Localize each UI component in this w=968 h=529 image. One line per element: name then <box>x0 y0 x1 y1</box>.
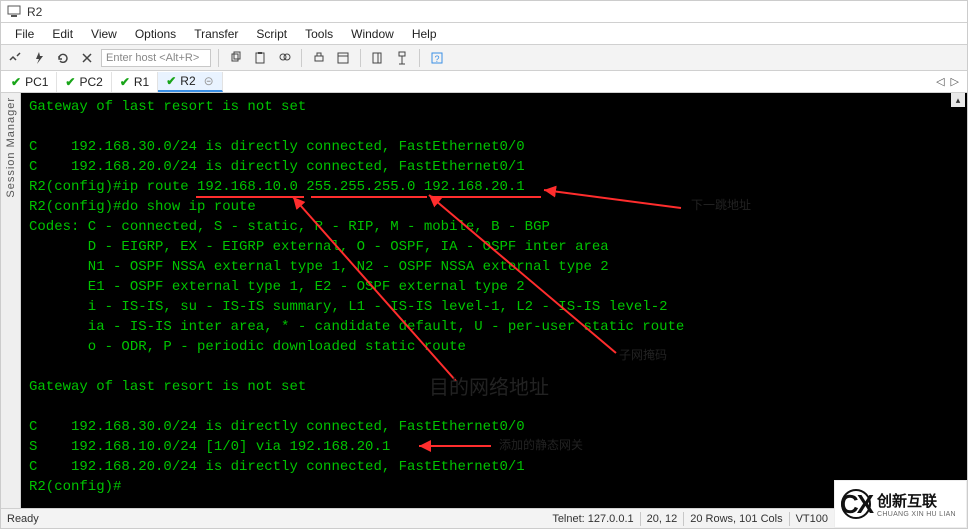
menu-help[interactable]: Help <box>404 25 445 43</box>
status-cursor: 20, 12 <box>647 513 678 525</box>
menubar: File Edit View Options Transfer Script T… <box>1 23 967 45</box>
close-tab-icon[interactable]: ⊝ <box>204 74 214 88</box>
check-icon: ✔ <box>120 75 130 89</box>
terminal-output[interactable]: Gateway of last resort is not set C 192.… <box>21 93 967 508</box>
menu-file[interactable]: File <box>7 25 42 43</box>
tab-PC1[interactable]: ✔ PC1 <box>3 72 57 92</box>
window-title: R2 <box>27 5 42 19</box>
annotation-underline-nexthop <box>433 196 541 198</box>
watermark-logo-icon: CX <box>841 489 871 519</box>
session-tabs: ✔ PC1 ✔ PC2 ✔ R1 ✔ R2 ⊝ ◁ ▷ <box>1 71 967 93</box>
scroll-up-icon[interactable]: ▴ <box>951 93 965 107</box>
toolbar-sep-3 <box>360 49 361 67</box>
host-input[interactable]: Enter host <Alt+R> <box>101 49 211 67</box>
session-manager-label: Session Manager <box>5 97 17 198</box>
tab-label: PC1 <box>25 75 48 89</box>
menu-transfer[interactable]: Transfer <box>186 25 246 43</box>
toolbar-sep-1 <box>218 49 219 67</box>
menu-options[interactable]: Options <box>127 25 184 43</box>
status-sep-2 <box>683 512 684 526</box>
status-ready: Ready <box>7 513 39 525</box>
paste-icon[interactable] <box>250 48 270 68</box>
watermark: CX 创新互联 CHUANG XIN HU LIAN <box>834 480 967 528</box>
tab-PC2[interactable]: ✔ PC2 <box>57 72 111 92</box>
toolbar-sep-2 <box>301 49 302 67</box>
annotation-underline-dest <box>196 196 304 198</box>
annotation-underline-mask <box>311 196 427 198</box>
toolbar-sep-4 <box>419 49 420 67</box>
host-input-value: Enter host <Alt+R> <box>106 52 199 64</box>
toolbar: Enter host <Alt+R> ? <box>1 45 967 71</box>
watermark-cn: 创新互联 <box>877 490 956 511</box>
app-icon <box>7 5 21 19</box>
status-emu: VT100 <box>796 513 828 525</box>
statusbar: Ready Telnet: 127.0.0.1 20, 12 20 Rows, … <box>1 508 967 528</box>
tab-R2[interactable]: ✔ R2 ⊝ <box>158 72 222 92</box>
menu-script[interactable]: Script <box>248 25 295 43</box>
disconnect-icon[interactable] <box>77 48 97 68</box>
watermark-py: CHUANG XIN HU LIAN <box>877 511 956 518</box>
tab-label: R1 <box>134 75 149 89</box>
help-icon[interactable]: ? <box>427 48 447 68</box>
tabs-scroll-right-icon[interactable]: ▷ <box>951 75 959 88</box>
svg-text:?: ? <box>434 54 439 64</box>
session-manager-sidebar[interactable]: Session Manager <box>1 93 21 508</box>
check-icon: ✔ <box>65 75 75 89</box>
menu-view[interactable]: View <box>83 25 125 43</box>
reconnect-icon[interactable] <box>53 48 73 68</box>
commands-icon[interactable] <box>392 48 412 68</box>
menu-edit[interactable]: Edit <box>44 25 81 43</box>
new-session-icon[interactable] <box>368 48 388 68</box>
status-telnet: Telnet: 127.0.0.1 <box>552 513 633 525</box>
menu-window[interactable]: Window <box>343 25 402 43</box>
quick-connect-icon[interactable] <box>29 48 49 68</box>
titlebar: R2 <box>1 1 967 23</box>
tab-R1[interactable]: ✔ R1 <box>112 72 158 92</box>
check-icon: ✔ <box>11 75 21 89</box>
status-sep-3 <box>789 512 790 526</box>
copy-icon[interactable] <box>226 48 246 68</box>
tab-label: R2 <box>180 74 195 88</box>
menu-tools[interactable]: Tools <box>297 25 341 43</box>
find-icon[interactable] <box>274 48 294 68</box>
tabs-scroll-left-icon[interactable]: ◁ <box>936 75 944 88</box>
status-size: 20 Rows, 101 Cols <box>690 513 782 525</box>
tab-label: PC2 <box>79 75 102 89</box>
check-icon: ✔ <box>166 74 176 88</box>
print-icon[interactable] <box>309 48 329 68</box>
properties-icon[interactable] <box>333 48 353 68</box>
connect-icon[interactable] <box>5 48 25 68</box>
status-sep-1 <box>640 512 641 526</box>
